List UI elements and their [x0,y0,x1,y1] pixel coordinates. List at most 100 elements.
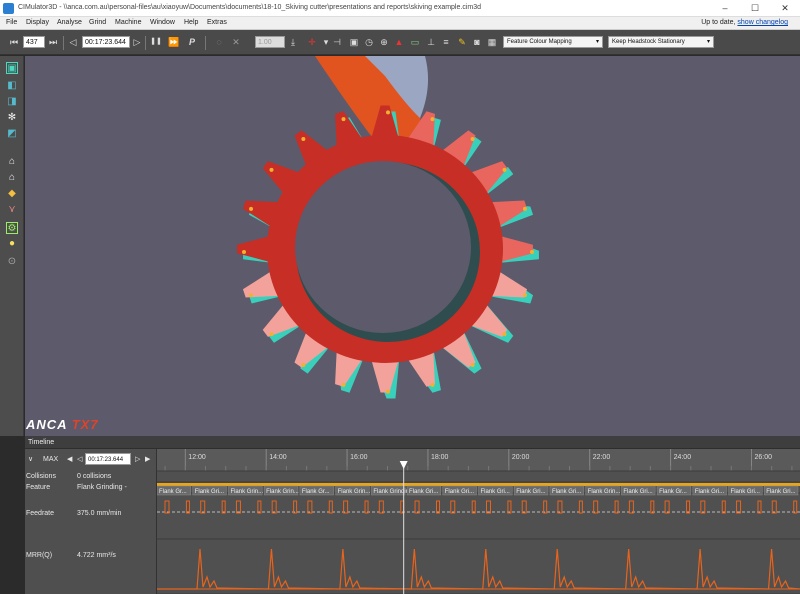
maximize-button[interactable]: ☐ [740,0,770,17]
chevron-down-icon: ▾ [595,39,599,45]
toolbar-divider [145,36,146,50]
feedrate-spike [200,500,206,514]
time-input[interactable]: 00:17:23.644 [82,36,130,48]
feedrate-spike [593,500,599,514]
speed-input[interactable]: 1.00 [255,36,285,48]
menu-display[interactable]: Display [26,19,49,26]
row-mrr-value: 4.722 mm³/s [77,552,116,559]
minimize-button[interactable]: – [710,0,740,17]
axes-icon[interactable]: ⋎ [6,204,18,216]
download-icon[interactable]: ⤓ [287,35,299,49]
gear-tooth-edge [341,117,346,122]
feedrate-spike [557,500,563,514]
feature-bar [157,483,800,486]
timeline-panel: Timeline ∨ MAX ◀ ◁ 00:17:23.644 ▷ ▶ Coll… [25,436,800,594]
skip-end-icon[interactable]: ⏭ [47,35,59,49]
gear-tooth-edge [430,382,435,387]
feedrate-spike [450,500,456,514]
fast-forward-button[interactable]: ⏩ [166,35,182,49]
gear-tooth-edge [470,363,475,368]
left-toolbar: ▣ ◧ ◨ ✻ ◩ ⌂ ⌂ ◆ ⋎ ⚙ ● ⊙ [0,56,24,436]
collapse-chevron-icon[interactable]: ∨ [28,455,33,463]
feature-segment-label: Flank Gri... [481,489,511,495]
ruler-tick-label: 16:00 [350,454,368,461]
ruler-icon[interactable]: ⊣ [331,35,343,49]
machine-icon[interactable]: ▣ [347,35,361,49]
menu-machine[interactable]: Machine [115,19,141,26]
grinder-icon[interactable]: ◆ [6,188,18,200]
timeline-prev-icon[interactable]: ◀ [67,455,72,463]
target-icon[interactable]: ⊙ [6,256,18,268]
p-button[interactable]: P [186,35,198,49]
feature-segment-label: Flank Gri... [445,489,475,495]
mrr-series [157,548,800,590]
timeline-step-fwd-icon[interactable]: ▷ [135,455,140,463]
cube-iso-icon[interactable]: ◩ [6,128,18,140]
dropdown-chevron-icon[interactable]: ▾ [322,35,330,49]
cube-view-icon[interactable]: ▣ [6,62,18,74]
warning-icon[interactable]: ▲ [393,35,405,49]
feedrate-spike [664,500,670,514]
stack-icon[interactable]: ≡ [440,35,452,49]
feedrate-spike [700,500,706,514]
changelog-link[interactable]: show changelog [737,19,788,26]
timeline-header: Timeline [25,436,800,449]
skip-start-icon[interactable]: ⏮ [8,35,20,49]
measure-icon[interactable]: ▭ [408,35,422,49]
ruler-tick-label: 22:00 [593,454,611,461]
step-back-icon[interactable]: ◁ [67,35,79,49]
tool-settings-icon[interactable]: ✎ [455,35,469,49]
bulb-icon[interactable]: ● [6,238,18,250]
cancel-icon[interactable]: ✕ [230,35,242,49]
frame-input[interactable]: 437 [23,36,45,48]
camera-icon[interactable]: ◙ [470,35,484,49]
menu-help[interactable]: Help [184,19,198,26]
logo-main: ANCA [26,417,68,432]
timeline-next-icon[interactable]: ▶ [145,455,150,463]
feedrate-spike [257,500,262,514]
feedrate-spike [343,500,349,514]
tool-active-icon[interactable]: ⚙ [6,222,18,234]
feedrate-spike [486,500,491,514]
timeline-time-input[interactable]: 00:17:23.644 [85,453,131,465]
feedrate-spike [793,500,798,514]
step-forward-icon[interactable]: ▷ [132,35,142,49]
globe-icon[interactable]: ⊕ [378,35,390,49]
home-icon[interactable]: ⌂ [6,156,18,168]
row-feature-value: Flank Grinding - [77,484,127,491]
feature-segment-label: Flank Grin... [338,489,371,495]
menu-window[interactable]: Window [150,19,175,26]
menu-extras[interactable]: Extras [207,19,227,26]
feedrate-spike [328,500,333,514]
timeline-step-back-icon[interactable]: ◁ [77,455,82,463]
colour-mapping-select[interactable]: Feature Colour Mapping ▾ [503,36,603,48]
feedrate-spike [543,500,548,514]
home-alt-icon[interactable]: ⌂ [6,172,18,184]
row-collisions-value: 0 collisions [77,473,112,480]
gear-tooth-edge [301,363,306,368]
gear-tooth-edge [269,332,274,337]
feedrate-spike [686,500,691,514]
cube-side-icon[interactable]: ◨ [6,96,18,108]
cube-front-icon[interactable]: ◧ [6,80,18,92]
menu-file[interactable]: File [6,19,17,26]
clock-icon[interactable]: ◷ [363,35,375,49]
menu-analyse[interactable]: Analyse [57,19,82,26]
align-icon[interactable]: ⊥ [425,35,437,49]
close-button[interactable]: ✕ [770,0,800,17]
molecule-icon[interactable]: ✻ [6,112,18,124]
menu-grind[interactable]: Grind [89,19,106,26]
grid-icon[interactable]: ▦ [486,35,498,49]
feedrate-spike [435,500,440,514]
crosshair-icon[interactable]: ✛ [305,35,319,49]
feature-segment-label: Flank Gri... [552,489,582,495]
gear-tooth-edge [242,250,246,254]
feedrate-spike [650,500,655,514]
gear-tooth-edge [522,293,527,298]
3d-viewport[interactable] [25,56,800,436]
rotate-icon[interactable]: ◌ [212,35,226,49]
headstock-select[interactable]: Keep Headstock Stationary ▾ [608,36,714,48]
timeline-track[interactable]: 12:00 14:00 16:00 18:00 20:00 22:00 24:00 26:00… [157,449,800,594]
pause-button[interactable]: ❚❚ [149,35,163,49]
update-status-text: Up to date, [701,19,736,26]
